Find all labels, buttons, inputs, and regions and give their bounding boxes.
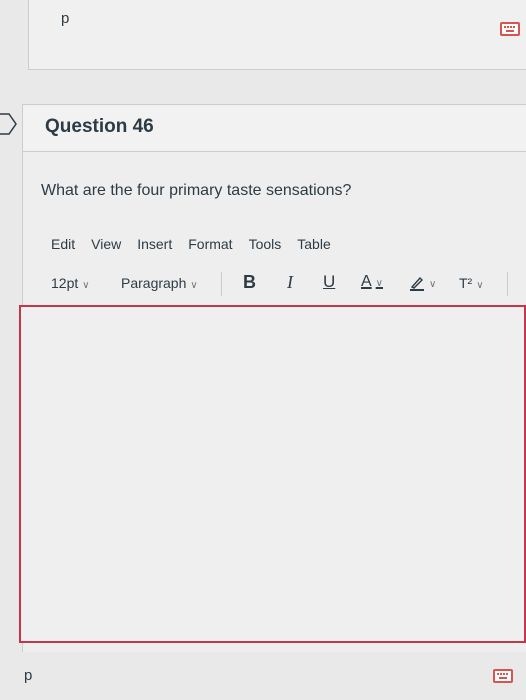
chevron-down-icon: ∨	[375, 278, 383, 289]
menu-insert[interactable]: Insert	[137, 236, 172, 252]
toolbar-divider	[507, 272, 508, 296]
rich-text-editor-area[interactable]	[19, 305, 526, 643]
keyboard-icon[interactable]	[500, 22, 520, 36]
text-color-letter: A	[361, 273, 372, 290]
previous-answer-box: p	[28, 0, 526, 70]
text-color-button[interactable]: A ∨	[361, 273, 383, 291]
block-format-value: Paragraph	[121, 275, 187, 291]
menu-format[interactable]: Format	[188, 236, 232, 252]
question-header: Question 46	[23, 104, 526, 152]
chevron-down-icon: ∨	[82, 280, 90, 291]
font-size-select[interactable]: 12pt ∨	[51, 275, 90, 291]
chevron-down-icon: ∨	[429, 279, 437, 290]
highlight-button[interactable]: ∨	[409, 274, 437, 292]
menu-view[interactable]: View	[91, 236, 121, 252]
underline-button[interactable]: U	[323, 272, 335, 292]
superscript-button[interactable]: T² ∨	[459, 275, 484, 291]
font-size-value: 12pt	[51, 275, 79, 291]
menu-tools[interactable]: Tools	[249, 236, 282, 252]
menu-edit[interactable]: Edit	[51, 236, 75, 252]
chevron-down-icon: ∨	[190, 280, 198, 291]
question-flag-icon[interactable]	[0, 112, 18, 136]
toolbar-divider	[221, 272, 222, 296]
editor-toolbar: 12pt ∨ Paragraph ∨ B I U A ∨ ∨ T² ∨	[51, 272, 526, 298]
superscript-label: T²	[459, 275, 473, 291]
footer-text: p	[24, 667, 33, 684]
block-format-select[interactable]: Paragraph ∨	[121, 275, 198, 291]
highlight-pen-icon	[410, 277, 424, 292]
italic-button[interactable]: I	[287, 272, 293, 293]
keyboard-icon[interactable]	[493, 669, 513, 683]
bold-button[interactable]: B	[243, 272, 256, 293]
question-title: Question 46	[45, 116, 154, 137]
menu-table[interactable]: Table	[297, 236, 330, 252]
question-text: What are the four primary taste sensatio…	[41, 182, 352, 199]
chevron-down-icon: ∨	[476, 280, 484, 291]
previous-answer-text: p	[61, 10, 70, 27]
editor-menubar: Edit View Insert Format Tools Table	[51, 236, 347, 252]
